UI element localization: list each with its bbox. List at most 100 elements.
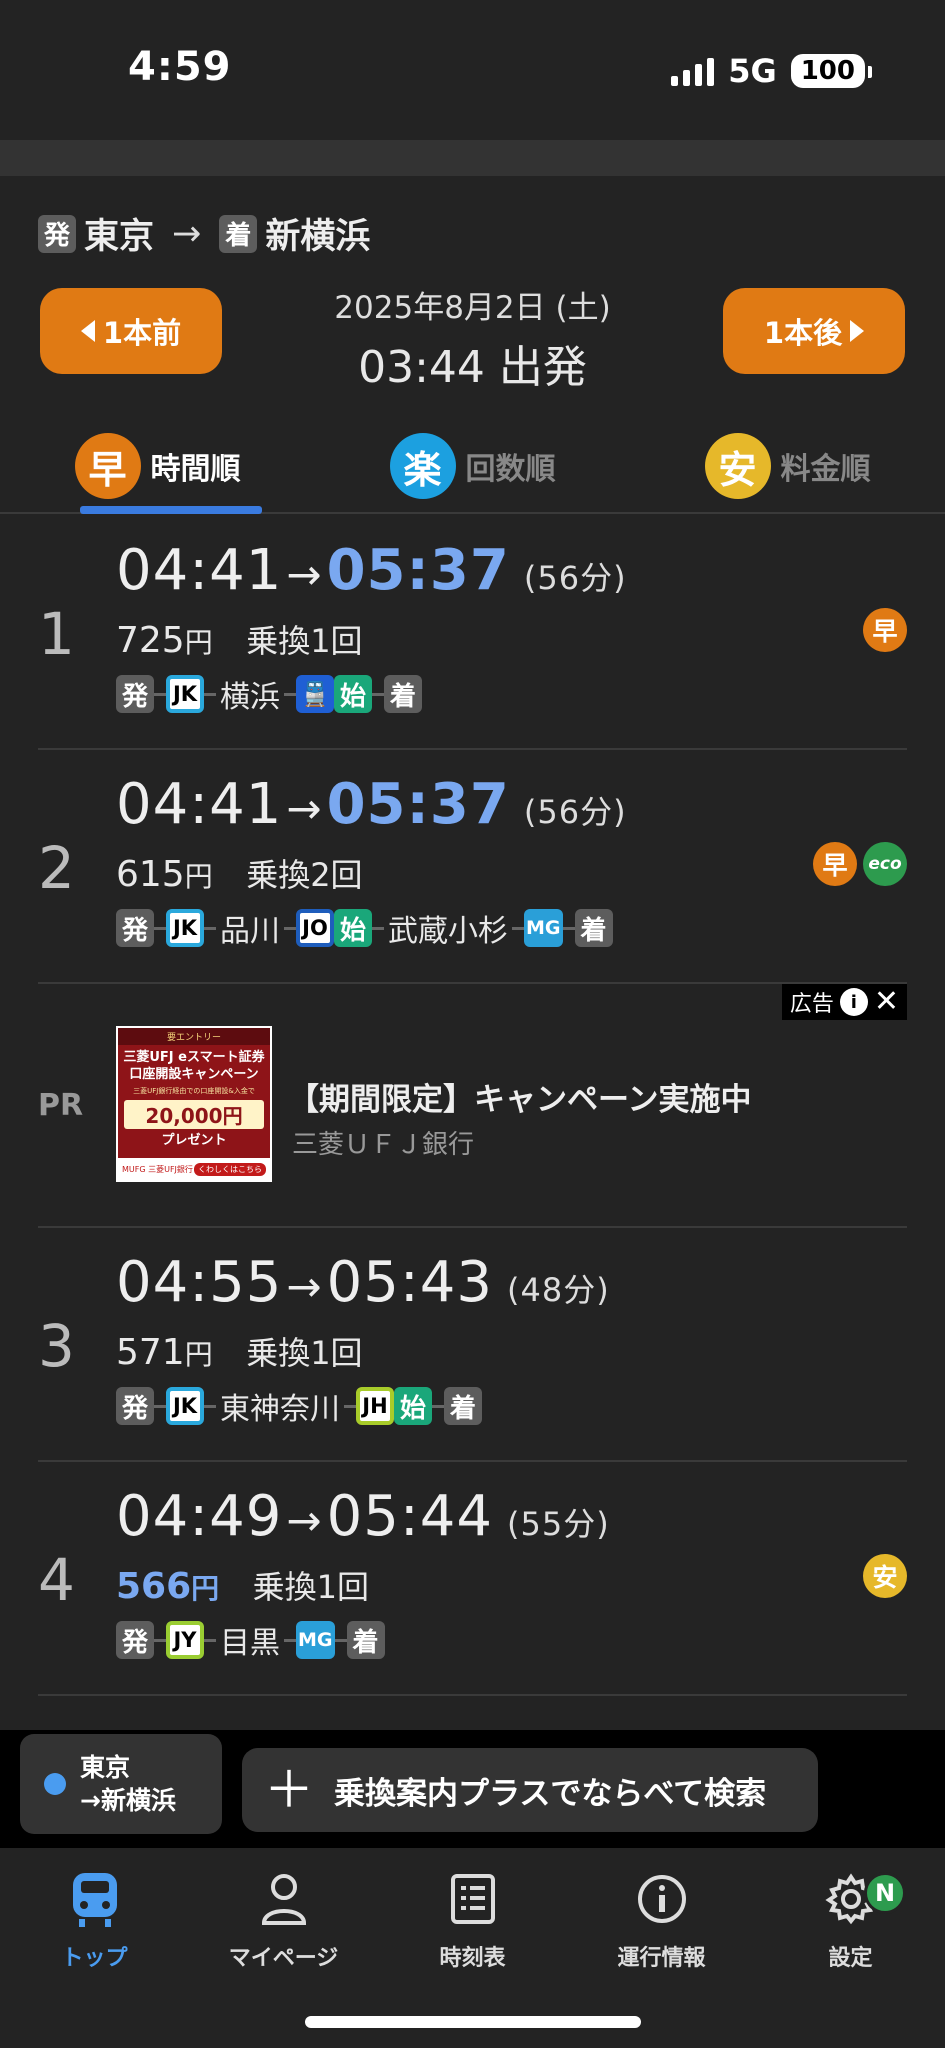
transfer-count: 乗換1回	[246, 622, 363, 660]
fare-unit: 円	[184, 860, 213, 893]
path-connector	[562, 926, 575, 930]
first-station-badge: 始	[334, 675, 372, 713]
route-path: 発 JY 目黒 MG 着	[116, 1618, 385, 1662]
transfer-count: 乗換2回	[246, 856, 363, 894]
bottom-search-bar: 東京 →新横浜 ＋ 乗換案内プラスでならべて検索	[0, 1730, 945, 1848]
tab-settings[interactable]: 設定 N	[756, 1864, 945, 1972]
tab-time-order[interactable]: 早 時間順	[0, 420, 315, 514]
route-path: 発 JK 横浜 🚆 始 着	[116, 672, 422, 716]
route-pill-from: 東京	[80, 1753, 131, 1782]
banner-amount: 20,000円	[124, 1100, 264, 1129]
ad-info-icon[interactable]: i	[839, 988, 868, 1016]
result-fare: 615円 乗換2回	[116, 850, 363, 896]
result-number: 4	[38, 1546, 75, 1614]
path-connector	[154, 692, 166, 696]
result-fare: 571円 乗換1回	[116, 1328, 363, 1374]
duration: (55分)	[506, 1505, 610, 1543]
departure-time: 04:41	[116, 772, 283, 837]
route-result-row[interactable]: 4 04:49 → 05:44 (55分) 566円 乗換1回 発 JY 目黒 …	[38, 1462, 907, 1696]
path-connector	[372, 692, 384, 696]
tab-service-info[interactable]: 運行情報	[567, 1864, 756, 1972]
cheap-badge-icon: 安	[863, 1554, 907, 1598]
path-connector	[154, 1404, 166, 1408]
route-pill-to: →新横浜	[80, 1786, 176, 1815]
route-result-row[interactable]: 3 04:55 → 05:43 (48分) 571円 乗換1回 発 JK 東神奈…	[38, 1228, 907, 1462]
fare-amount: 571	[116, 1332, 185, 1373]
battery-icon: 100	[790, 54, 873, 88]
tab-transfer-order[interactable]: 楽 回数順	[315, 420, 630, 512]
departure-time: 04:55	[116, 1250, 283, 1315]
path-connector	[204, 1638, 216, 1642]
duration: (56分)	[523, 559, 627, 597]
transfer-station: 目黒	[220, 1626, 280, 1661]
path-connector	[284, 692, 296, 696]
from-station: 東京	[84, 217, 155, 257]
fast-badge-icon: 早	[813, 842, 857, 886]
easy-badge-icon: 楽	[389, 433, 456, 499]
fare-amount: 566	[116, 1566, 192, 1607]
route-path: 発 JK 東神奈川 JH 始 着	[116, 1384, 482, 1428]
sponsored-ad[interactable]: PR 要エントリー 三菱UFJ eスマート証券 口座開設キャンペーン 三菱UFJ…	[38, 984, 907, 1228]
path-arrival: 着	[574, 909, 613, 947]
result-badges: 早	[863, 608, 907, 652]
path-arrival: 着	[384, 675, 422, 713]
result-times: 04:55 → 05:43 (48分)	[116, 1250, 610, 1315]
path-connector	[154, 1638, 166, 1642]
tab-top[interactable]: トップ	[0, 1864, 189, 1972]
banner-note: 三菱UFJ銀行経由での口座開設&入金で	[133, 1087, 255, 1095]
tab-fare-order[interactable]: 安 料金順	[630, 420, 945, 512]
result-number: 1	[38, 600, 75, 668]
path-arrival: 着	[346, 1621, 385, 1659]
plus-compare-search-button[interactable]: ＋ 乗換案内プラスでならべて検索	[242, 1748, 818, 1832]
train-icon: 🚆	[296, 675, 334, 713]
result-times: 04:41 → 05:37 (56分)	[116, 538, 627, 603]
line-mg-icon: MG	[296, 1621, 335, 1659]
route-pill-text: 東京 →新横浜	[80, 1751, 176, 1817]
notification-badge: N	[864, 1872, 906, 1914]
line-mg-icon: MG	[524, 909, 563, 947]
tab-label: 運行情報	[617, 1946, 706, 1971]
route-summary: 発 東京 → 着 新横浜	[38, 208, 370, 259]
result-times: 04:49 → 05:44 (55分)	[116, 1484, 610, 1549]
line-jo-icon: JO	[296, 909, 334, 947]
result-fare: 725円 乗換1回	[116, 616, 363, 662]
banner-footer: MUFG 三菱UFJ銀行 くわしくはこちら	[118, 1158, 270, 1180]
line-jk-icon: JK	[166, 1387, 204, 1425]
time-arrow: →	[286, 1496, 323, 1545]
path-departure: 発	[116, 1387, 154, 1425]
departure-time: 04:49	[116, 1484, 283, 1549]
time-arrow: →	[286, 1262, 323, 1311]
arrival-time: 05:37	[326, 538, 510, 603]
fare-unit: 円	[184, 626, 213, 659]
banner-brand: MUFG 三菱UFJ銀行	[122, 1164, 193, 1174]
tab-timetable[interactable]: 時刻表	[378, 1864, 567, 1972]
duration: (56分)	[523, 793, 627, 831]
route-arrow: →	[172, 213, 202, 254]
path-connector	[334, 1638, 347, 1642]
path-connector	[154, 926, 166, 930]
path-connector	[344, 1404, 356, 1408]
ad-choices[interactable]: 広告 i ✕	[781, 984, 907, 1020]
arrival-tag: 着	[219, 214, 258, 253]
tab-label: 時刻表	[439, 1946, 506, 1971]
route-result-row[interactable]: 1 04:41 → 05:37 (56分) 725円 乗換1回 発 JK 横浜 …	[38, 516, 907, 750]
tab-label: トップ	[61, 1946, 128, 1971]
eco-badge-icon: eco	[863, 842, 907, 886]
result-number: 2	[38, 834, 75, 902]
tab-my-page[interactable]: マイページ	[189, 1864, 378, 1972]
path-arrival: 着	[444, 1387, 482, 1425]
next-train-button[interactable]: 1本後	[723, 288, 905, 374]
transfer-station: 横浜	[220, 680, 280, 715]
departure-tag: 発	[38, 214, 76, 253]
plus-compare-label: 乗換案内プラスでならべて検索	[334, 1775, 767, 1812]
person-icon	[189, 1864, 378, 1934]
close-icon[interactable]: ✕	[874, 987, 899, 1017]
ad-title: 【期間限定】キャンペーン実施中	[288, 1082, 752, 1118]
pr-label: PR	[38, 1088, 84, 1123]
departure-time: 04:41	[116, 538, 283, 603]
route-result-row[interactable]: 2 04:41 → 05:37 (56分) 615円 乗換2回 発 JK 品川 …	[38, 750, 907, 984]
banner-headline-1: 三菱UFJ eスマート証券	[123, 1050, 265, 1065]
path-connector	[372, 926, 384, 930]
current-route-pill[interactable]: 東京 →新横浜	[20, 1734, 222, 1834]
ad-advertiser: 三菱ＵＦＪ銀行	[292, 1130, 475, 1160]
